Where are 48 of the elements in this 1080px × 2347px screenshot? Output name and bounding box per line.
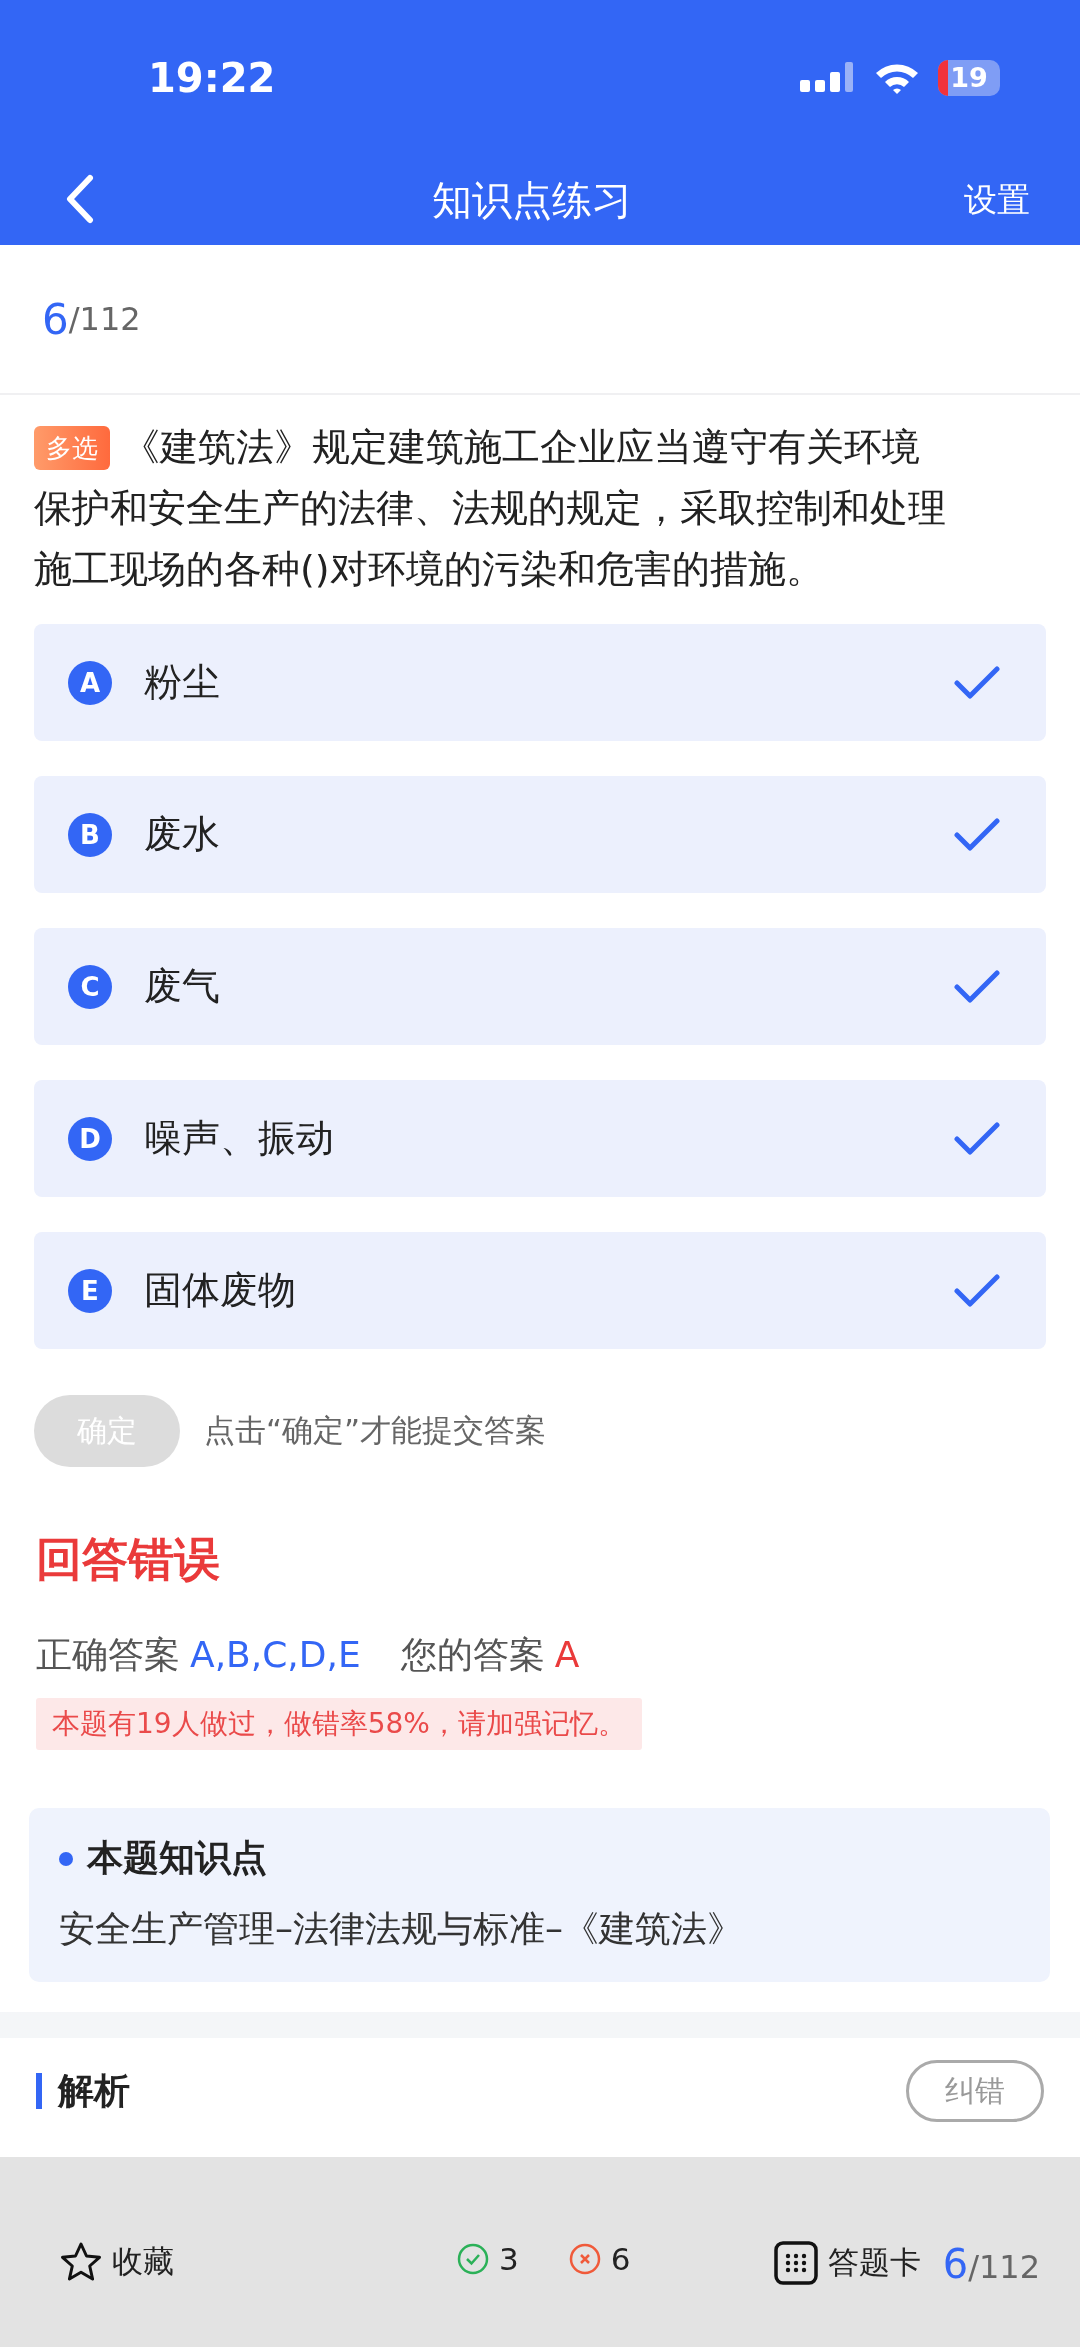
option-text: 固体废物: [144, 1267, 297, 1314]
confirm-hint: 点击“确定”才能提交答案: [204, 1411, 547, 1450]
option-letter: D: [68, 1116, 112, 1161]
knowledge-title: 本题知识点: [87, 1836, 267, 1880]
knowledge-point: 安全生产管理–法律法规与标准–《建筑法》: [59, 1907, 744, 1951]
error-rate-notice: 本题有19人做过，做错率58%，请加强记忆。: [36, 1698, 642, 1750]
option-row[interactable]: E 固体废物: [34, 1232, 1046, 1349]
current-question-number: 6: [942, 2241, 969, 2287]
option-row[interactable]: D 噪声、振动: [34, 1080, 1046, 1197]
wrong-count: 6: [610, 2241, 631, 2277]
question-text: 保护和安全生产的法律、法规的规定，采取控制和处理: [34, 485, 946, 532]
option-row[interactable]: C 废气: [34, 928, 1046, 1045]
option-text: 粉尘: [144, 659, 221, 706]
bullet-dot: [59, 1851, 73, 1866]
grid-icon: [773, 2241, 818, 2285]
option-letter: B: [68, 812, 112, 857]
current-question-number: 6: [42, 294, 69, 344]
correct-count: 3: [499, 2241, 519, 2277]
option-row[interactable]: A 粉尘: [34, 624, 1046, 741]
your-answer-value: A: [554, 1634, 580, 1675]
option-text: 废水: [144, 811, 221, 858]
star-icon: [60, 2241, 102, 2283]
settings-button[interactable]: 设置: [964, 177, 1030, 223]
correct-icon: [457, 2243, 490, 2275]
option-row[interactable]: B 废水: [34, 776, 1046, 893]
analysis-title: 解析: [58, 2068, 131, 2113]
wrong-icon: [568, 2243, 601, 2275]
correct-answer-value: A,B,C,D,E: [190, 1634, 361, 1675]
battery-level: 19: [950, 62, 988, 93]
section-marker: [36, 2073, 42, 2109]
battery-fill: [938, 59, 948, 96]
option-letter: A: [68, 660, 112, 705]
question-text: 《建筑法》规定建筑施工企业应当遵守有关环境: [122, 424, 920, 471]
answer-card-button[interactable]: 答题卡: [773, 2241, 921, 2285]
favorite-button[interactable]: 收藏: [60, 2241, 174, 2283]
result-title: 回答错误: [36, 1531, 221, 1588]
page-title: 知识点练习: [431, 175, 633, 225]
status-time: 19:22: [148, 54, 277, 101]
correct-answer-label: 正确答案: [36, 1633, 180, 1677]
option-text: 噪声、振动: [144, 1115, 335, 1162]
total-questions: /112: [68, 300, 141, 338]
option-letter: C: [68, 964, 112, 1009]
question-type-tag: 多选: [34, 425, 110, 470]
question-text: 施工现场的各种()对环境的污染和危害的措施。: [34, 546, 824, 593]
your-answer-label: 您的答案: [400, 1633, 545, 1677]
option-letter: E: [68, 1268, 112, 1313]
option-text: 废气: [144, 963, 221, 1010]
total-questions: /112: [968, 2248, 1040, 2286]
